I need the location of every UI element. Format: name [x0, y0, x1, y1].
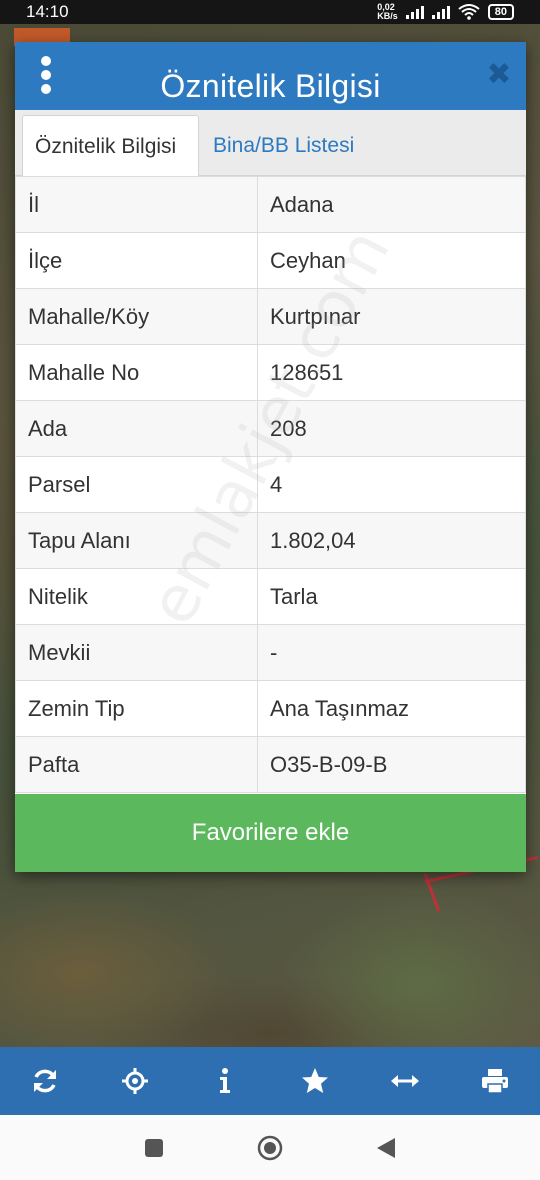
dialog-title: Öznitelik Bilgisi	[160, 68, 381, 104]
row-label: Tapu Alanı	[15, 512, 258, 569]
system-navigation-bar	[0, 1115, 540, 1180]
row-value: Tarla	[257, 568, 526, 625]
table-row: Pafta O35-B-09-B	[15, 736, 526, 793]
battery-icon: 80	[487, 4, 514, 20]
table-row: İlçe Ceyhan	[15, 232, 526, 289]
square-icon	[145, 1138, 163, 1157]
back-triangle-icon	[377, 1137, 395, 1158]
tab-bar: Öznitelik Bilgisi Bina/BB Listesi	[15, 110, 526, 177]
row-label: Mevkii	[15, 624, 258, 681]
close-icon[interactable]: ✖	[484, 60, 514, 90]
attribute-dialog: Öznitelik Bilgisi ✖ Öznitelik Bilgisi Bi…	[15, 42, 526, 872]
row-label: Parsel	[15, 456, 258, 513]
signal-icon	[405, 5, 424, 19]
row-value: Ana Taşınmaz	[257, 680, 526, 737]
tab-attribute-info[interactable]: Öznitelik Bilgisi	[22, 115, 199, 177]
wifi-icon	[458, 4, 480, 20]
status-time: 14:10	[26, 2, 69, 21]
recent-apps-button[interactable]	[140, 1134, 168, 1162]
row-value: Kurtpınar	[257, 288, 526, 345]
row-label: İl	[15, 176, 258, 233]
table-row: Tapu Alanı 1.802,04	[15, 512, 526, 569]
network-speed-unit: KB/s	[377, 11, 398, 21]
refresh-icon[interactable]	[25, 1061, 65, 1101]
table-row: Parsel 4	[15, 456, 526, 513]
tab-building-list[interactable]: Bina/BB Listesi	[201, 115, 366, 177]
home-button[interactable]	[256, 1134, 284, 1162]
network-speed: 0,02 KB/s	[377, 3, 398, 21]
attribute-table: İl Adana İlçe Ceyhan Mahalle/Köy Kurtpınar …	[15, 176, 526, 793]
home-circle-icon	[257, 1135, 283, 1160]
row-value: 4	[257, 456, 526, 513]
row-value: 1.802,04	[257, 512, 526, 569]
table-row: Zemin Tip Ana Taşınmaz	[15, 680, 526, 737]
signal-icon	[431, 5, 450, 19]
table-row: Ada 208	[15, 400, 526, 457]
row-value: Ceyhan	[257, 232, 526, 289]
print-icon[interactable]	[475, 1061, 515, 1101]
row-label: Mahalle/Köy	[15, 288, 258, 345]
status-bar: 14:10 0,02 KB/s 80	[0, 0, 540, 24]
row-label: Zemin Tip	[15, 680, 258, 737]
star-icon[interactable]	[295, 1061, 335, 1101]
row-value: Adana	[257, 176, 526, 233]
locate-icon[interactable]	[115, 1061, 155, 1101]
row-value: 208	[257, 400, 526, 457]
row-label: İlçe	[15, 232, 258, 289]
table-row: Mahalle No 128651	[15, 344, 526, 401]
row-label: Nitelik	[15, 568, 258, 625]
row-value: -	[257, 624, 526, 681]
add-to-favorites-button[interactable]: Favorilere ekle	[15, 794, 526, 872]
row-label: Pafta	[15, 736, 258, 793]
table-row: İl Adana	[15, 176, 526, 233]
row-value: 128651	[257, 344, 526, 401]
status-icons: 0,02 KB/s 80	[377, 3, 514, 21]
dialog-header: Öznitelik Bilgisi ✖	[15, 42, 526, 110]
info-icon[interactable]	[205, 1061, 245, 1101]
table-row: Nitelik Tarla	[15, 568, 526, 625]
row-label: Mahalle No	[15, 344, 258, 401]
table-row: Mahalle/Köy Kurtpınar	[15, 288, 526, 345]
row-label: Ada	[15, 400, 258, 457]
row-value: O35-B-09-B	[257, 736, 526, 793]
table-row: Mevkii -	[15, 624, 526, 681]
back-button[interactable]	[372, 1134, 400, 1162]
bottom-toolbar	[0, 1047, 540, 1115]
measure-icon[interactable]	[385, 1061, 425, 1101]
